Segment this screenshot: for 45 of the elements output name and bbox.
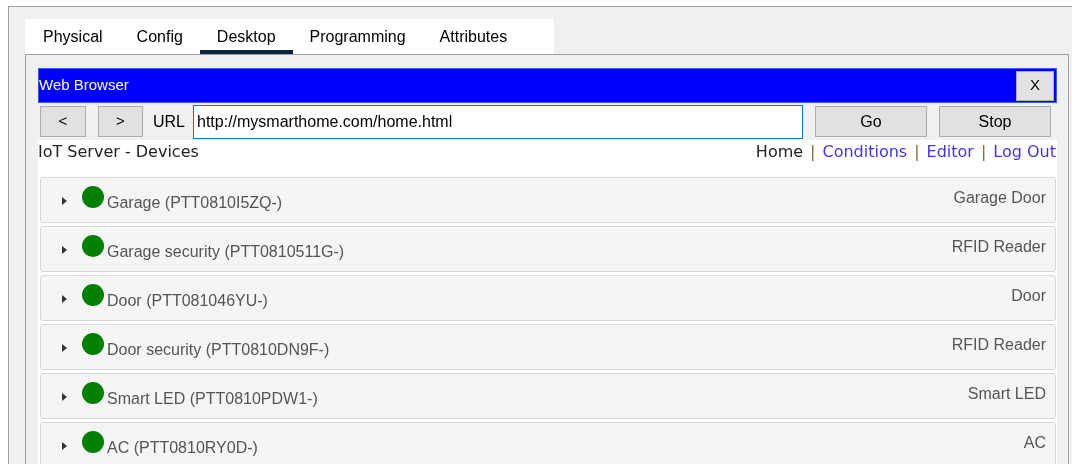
device-row[interactable]: Smart LED (PTT0810PDW1-) Smart LED (40, 373, 1056, 419)
device-row[interactable]: Door (PTT081046YU-) Door (40, 275, 1056, 321)
nav-link[interactable]: Editor (926, 140, 974, 164)
tab[interactable]: Desktop (199, 19, 293, 54)
device-type: Garage Door (953, 188, 1046, 208)
device-name: Garage security (PTT0810511G-) (107, 242, 345, 262)
nav-link[interactable]: Conditions (822, 140, 908, 164)
close-button[interactable]: X (1016, 70, 1054, 101)
back-button[interactable]: < (40, 106, 86, 137)
device-row[interactable]: Door security (PTT0810DN9F-) RFID Reader (40, 324, 1056, 370)
window-title: Web Browser (39, 75, 129, 96)
device-type: RFID Reader (951, 335, 1046, 355)
caret-right-icon[interactable] (61, 197, 68, 205)
forward-button[interactable]: > (98, 106, 143, 137)
go-button[interactable]: Go (815, 106, 927, 137)
device-name: AC (PTT0810RY0D-) (107, 438, 258, 458)
device-type: Door (1011, 286, 1046, 306)
stop-button[interactable]: Stop (939, 106, 1051, 137)
tab[interactable]: Physical (26, 19, 120, 54)
tab[interactable]: Programming (292, 19, 423, 54)
caret-right-icon[interactable] (61, 442, 68, 450)
device-type: AC (1023, 433, 1046, 453)
caret-right-icon[interactable] (61, 246, 68, 254)
device-name: Door security (PTT0810DN9F-) (107, 340, 330, 360)
caret-right-icon[interactable] (61, 344, 68, 352)
device-row[interactable]: Garage (PTT0810I5ZQ-) Garage Door (40, 177, 1056, 223)
device-type: RFID Reader (951, 237, 1046, 257)
tab[interactable]: Attributes (422, 19, 525, 54)
device-type: Smart LED (967, 384, 1046, 404)
device-name: Door (PTT081046YU-) (107, 291, 268, 311)
url-field[interactable]: http://mysmarthome.com/home.html (193, 104, 803, 139)
nav-link[interactable]: Log Out (993, 140, 1056, 164)
current-page-link[interactable]: Home (755, 140, 804, 164)
device-row[interactable]: Garage security (PTT0810511G-) RFID Reader (40, 226, 1056, 272)
caret-right-icon[interactable] (61, 393, 68, 401)
separator: | (810, 141, 816, 163)
tab[interactable]: Config (119, 19, 200, 54)
page-heading: IoT Server - Devices (38, 141, 199, 163)
url-label: URL (153, 111, 185, 132)
caret-right-icon[interactable] (61, 295, 68, 303)
device-row[interactable]: AC (PTT0810RY0D-) AC (40, 422, 1056, 464)
separator: | (980, 141, 987, 163)
separator: | (914, 141, 920, 163)
device-name: Garage (PTT0810I5ZQ-) (107, 193, 283, 213)
device-name: Smart LED (PTT0810PDW1-) (107, 389, 318, 409)
